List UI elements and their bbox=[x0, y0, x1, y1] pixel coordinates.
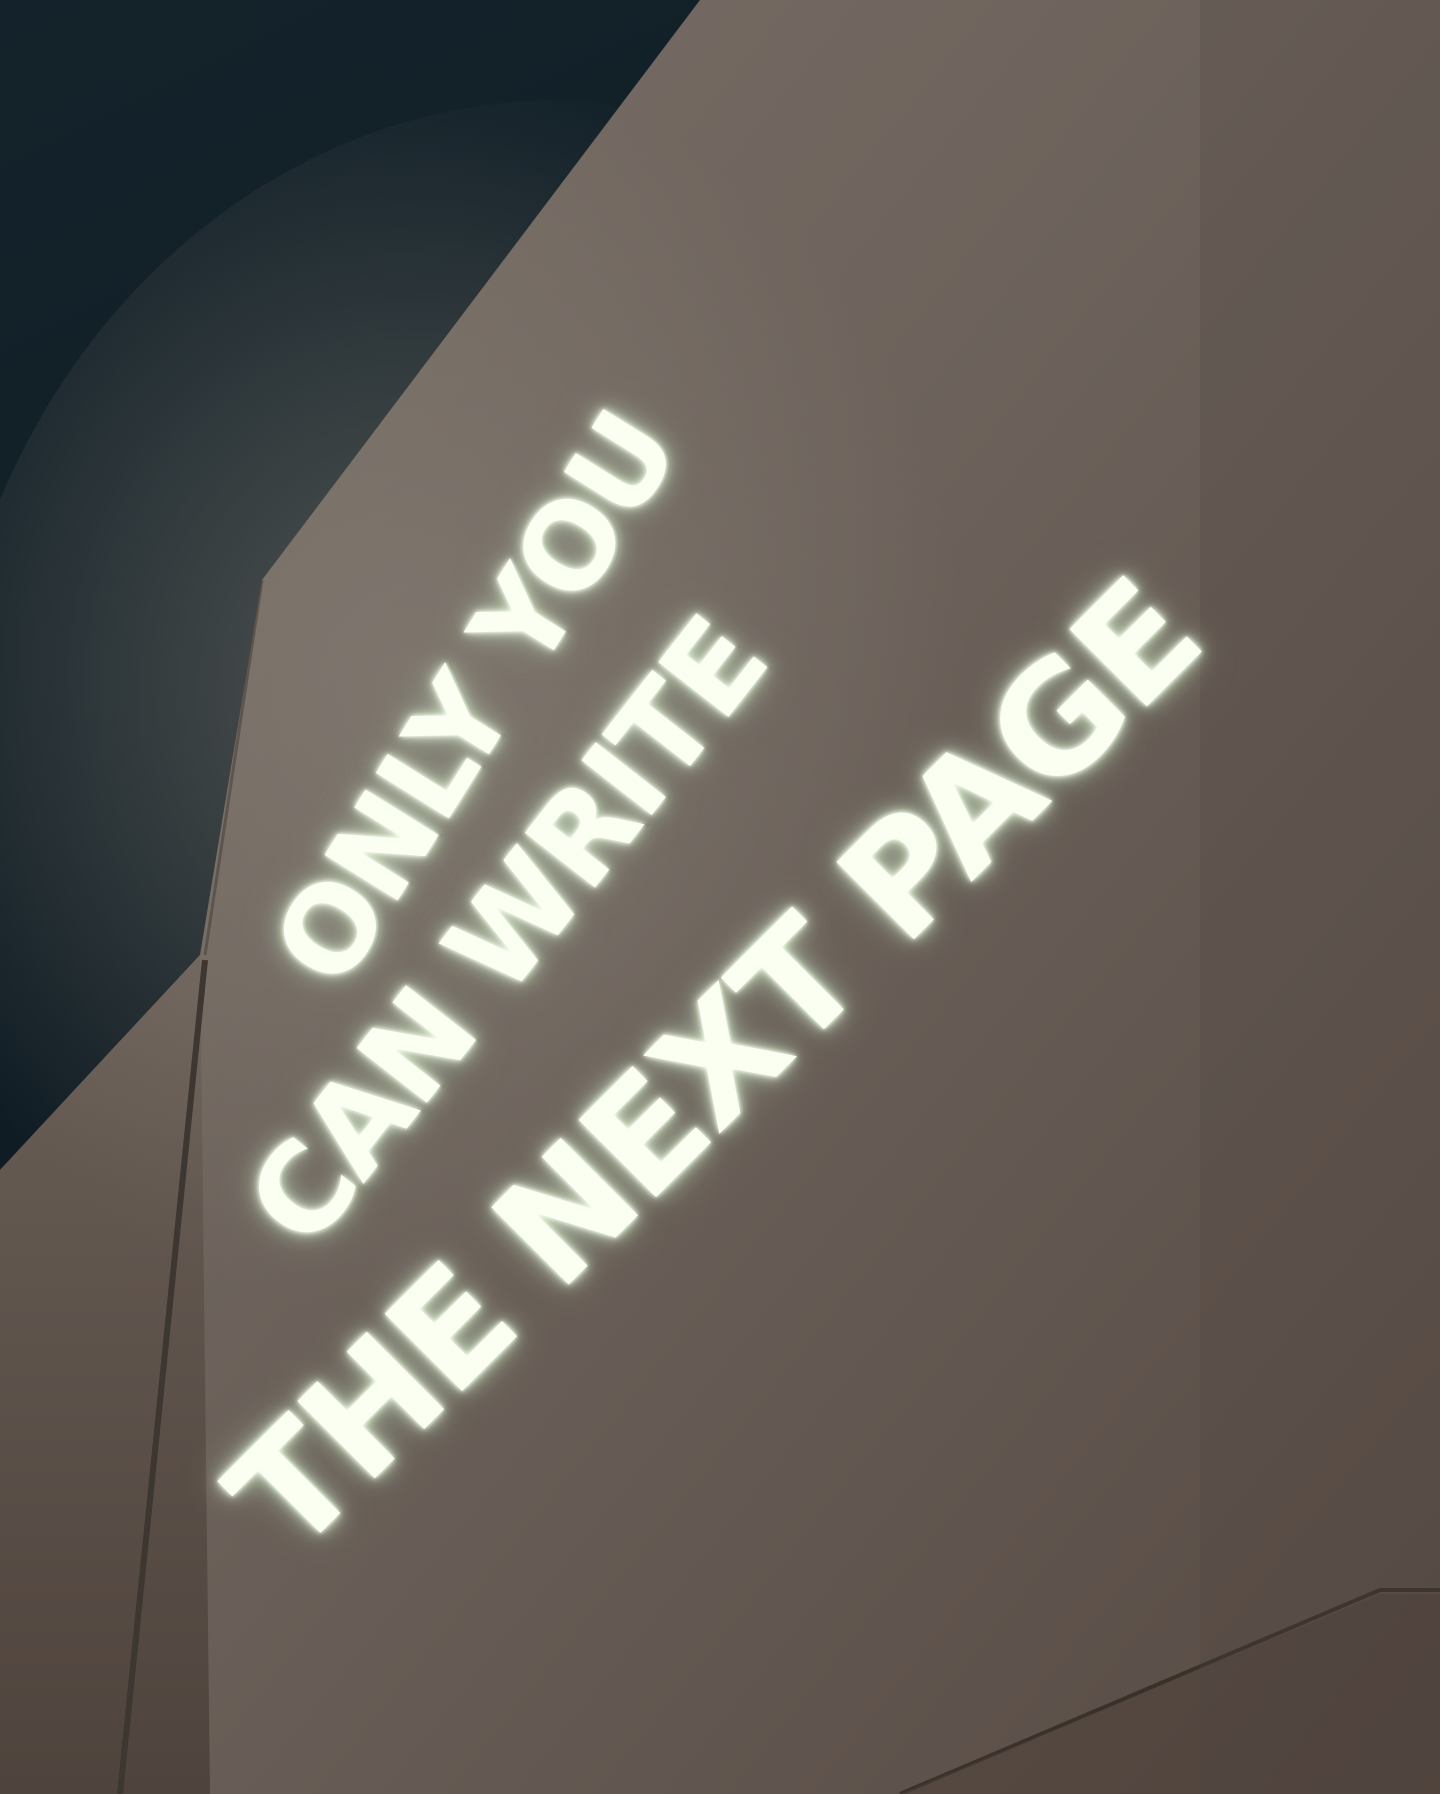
background-illustration bbox=[0, 0, 1440, 1794]
wall-shade bbox=[1200, 0, 1440, 1794]
photo-scene: ONLY YOU CAN WRITE THE NEXT PAGE bbox=[0, 0, 1440, 1794]
